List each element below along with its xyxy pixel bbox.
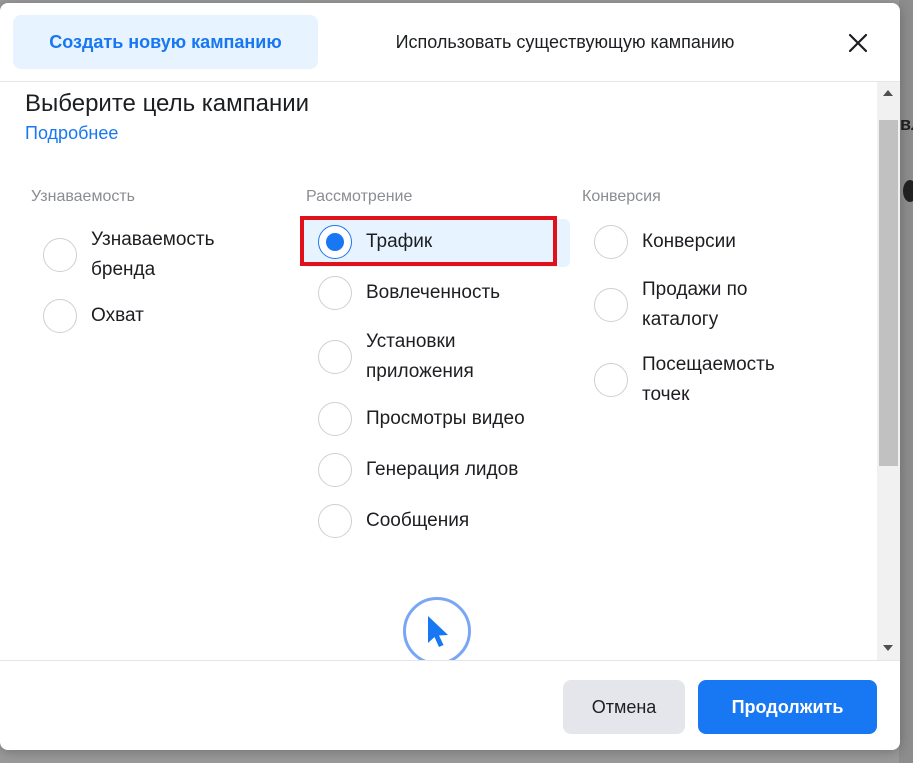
radio-button[interactable] xyxy=(594,225,628,259)
continue-button[interactable]: Продолжить xyxy=(698,680,877,734)
objective-option[interactable]: Конверсии xyxy=(594,225,834,259)
radio-button[interactable] xyxy=(318,402,352,436)
radio-button[interactable] xyxy=(318,340,352,374)
close-button[interactable] xyxy=(840,25,876,61)
option-label: Вовлеченность xyxy=(366,282,501,303)
page-title: Выберите цель кампании xyxy=(25,90,310,117)
option-label: Посещаемость точек xyxy=(642,354,775,405)
option-label: Установки приложения xyxy=(366,331,474,382)
radio-button[interactable] xyxy=(318,453,352,487)
option-label: Узнаваемость бренда xyxy=(91,229,215,280)
scroll-down-arrow-icon[interactable] xyxy=(883,645,893,651)
radio-button[interactable] xyxy=(43,299,77,333)
tab-create-new-campaign[interactable]: Создать новую кампанию xyxy=(13,15,318,69)
radio-button[interactable] xyxy=(318,276,352,310)
option-label: Конверсии xyxy=(642,231,736,252)
option-label: Генерация лидов xyxy=(366,459,519,480)
close-icon xyxy=(848,33,868,53)
radio-button[interactable] xyxy=(594,363,628,397)
column-header-conversion: Конверсия xyxy=(582,188,661,205)
objective-option[interactable]: Посещаемость точек xyxy=(594,350,834,410)
dialog-content: Выберите цель кампании Подробнее Узнавае… xyxy=(0,82,877,660)
objective-option[interactable]: Сообщения xyxy=(318,504,558,538)
objective-option[interactable]: Вовлеченность xyxy=(318,276,558,310)
objective-option[interactable]: Охват xyxy=(43,299,273,333)
scroll-thumb[interactable] xyxy=(879,120,898,466)
objective-option[interactable]: Установки приложения xyxy=(318,327,558,387)
option-label: Сообщения xyxy=(366,510,470,531)
radio-button[interactable] xyxy=(594,288,628,322)
learn-more-link[interactable]: Подробнее xyxy=(25,123,118,144)
objective-illustration xyxy=(403,597,471,660)
objective-option[interactable]: Узнаваемость бренда xyxy=(43,225,273,285)
scroll-up-arrow-icon[interactable] xyxy=(883,90,893,96)
background-text-fragment: вл xyxy=(900,114,913,134)
tab-use-existing-campaign[interactable]: Использовать существующую кампанию xyxy=(345,15,785,69)
objective-option[interactable]: Генерация лидов xyxy=(318,453,558,487)
radio-button[interactable] xyxy=(318,504,352,538)
dialog-footer: Отмена Продолжить xyxy=(0,660,900,750)
option-label: Просмотры видео xyxy=(366,408,525,429)
column-header-consideration: Рассмотрение xyxy=(306,188,413,205)
dialog-tabs: Создать новую кампанию Использовать суще… xyxy=(0,3,900,82)
objective-option[interactable]: Просмотры видео xyxy=(318,402,558,436)
cancel-button[interactable]: Отмена xyxy=(563,680,685,734)
column-header-awareness: Узнаваемость xyxy=(31,188,136,205)
objective-option[interactable]: Продажи по каталогу xyxy=(594,275,834,335)
background-toggle-fragment xyxy=(903,180,913,202)
radio-button[interactable] xyxy=(43,238,77,272)
content-scrollbar[interactable] xyxy=(877,82,900,660)
cursor-arrow-icon xyxy=(428,616,448,647)
annotation-highlight-box xyxy=(300,216,557,266)
option-label: Охват xyxy=(91,305,144,326)
campaign-dialog: Создать новую кампанию Использовать суще… xyxy=(0,3,900,750)
option-label: Продажи по каталогу xyxy=(642,279,748,330)
